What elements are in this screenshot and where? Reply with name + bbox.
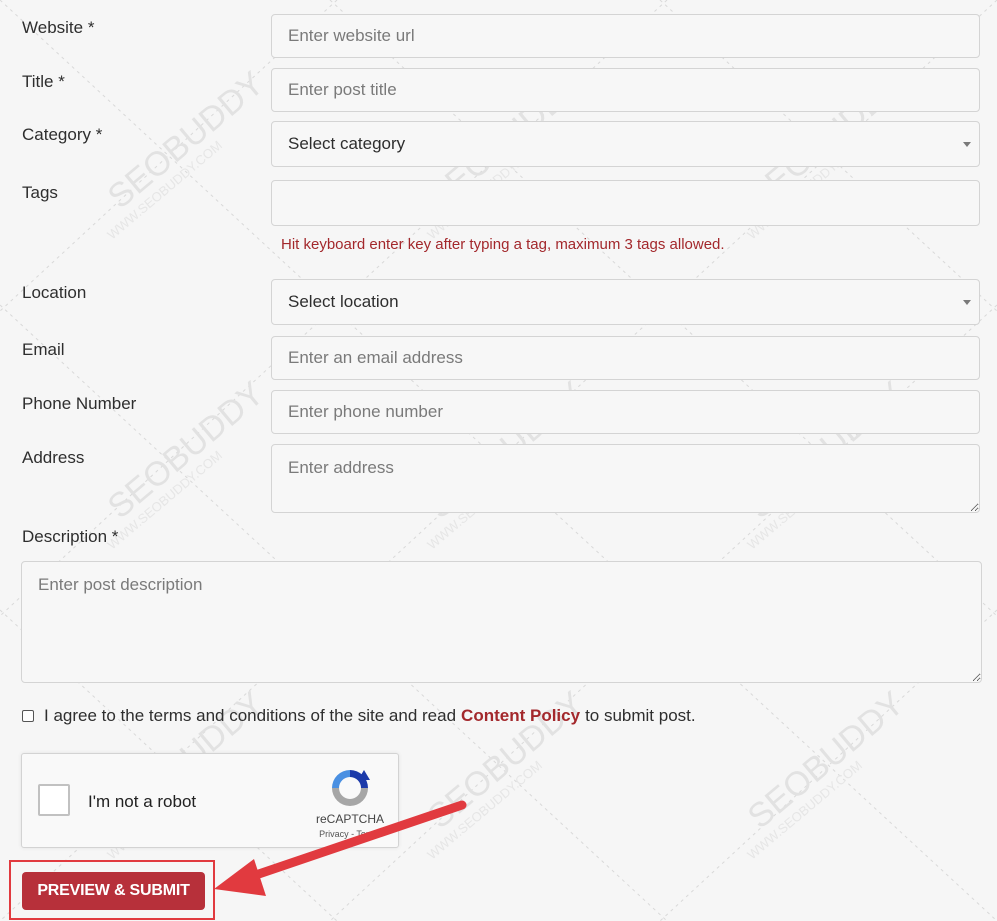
svg-text:WWW.SEOBUDDY.COM: WWW.SEOBUDDY.COM [744,758,865,863]
email-label: Email [22,340,65,359]
svg-text:WWW.SEOBUDDY.COM: WWW.SEOBUDDY.COM [104,138,225,243]
website-input[interactable] [271,14,980,58]
preview-submit-button[interactable]: PREVIEW & SUBMIT [22,872,205,910]
location-select[interactable]: Select location [271,279,980,325]
terms-row: I agree to the terms and conditions of t… [22,706,696,726]
tags-input[interactable] [271,180,980,226]
chevron-down-icon [963,300,971,305]
svg-text:WWW.SEOBUDDY.COM: WWW.SEOBUDDY.COM [104,448,225,553]
terms-text-before: I agree to the terms and conditions of t… [44,706,457,725]
terms-text-after: to submit post. [585,706,696,725]
recaptcha-checkbox[interactable] [38,784,70,816]
phone-input[interactable] [271,390,980,434]
location-selected-value: Select location [288,292,399,311]
category-selected-value: Select category [288,134,406,153]
content-policy-link[interactable]: Content Policy [461,706,580,726]
chevron-down-icon [963,142,971,147]
terms-checkbox[interactable] [22,710,34,722]
address-label: Address [22,448,85,467]
address-textarea[interactable] [271,444,980,513]
title-input[interactable] [271,68,980,112]
recaptcha-label: I'm not a robot [88,792,197,811]
category-select[interactable]: Select category [271,121,980,167]
phone-label: Phone Number [22,394,137,413]
category-label: Category * [22,125,103,144]
website-label: Website * [22,18,95,37]
annotation-arrow-icon [214,800,467,896]
tags-hint: Hit keyboard enter key after typing a ta… [281,236,725,253]
email-field[interactable] [271,336,980,380]
svg-text:SEOBUDDY: SEOBUDDY [741,684,912,836]
svg-text:SEOBUDDY: SEOBUDDY [101,64,272,216]
tags-label: Tags [22,183,58,202]
location-label: Location [22,283,87,302]
title-label: Title * [22,72,65,91]
description-textarea[interactable] [21,561,982,683]
description-label: Description * [22,527,119,546]
